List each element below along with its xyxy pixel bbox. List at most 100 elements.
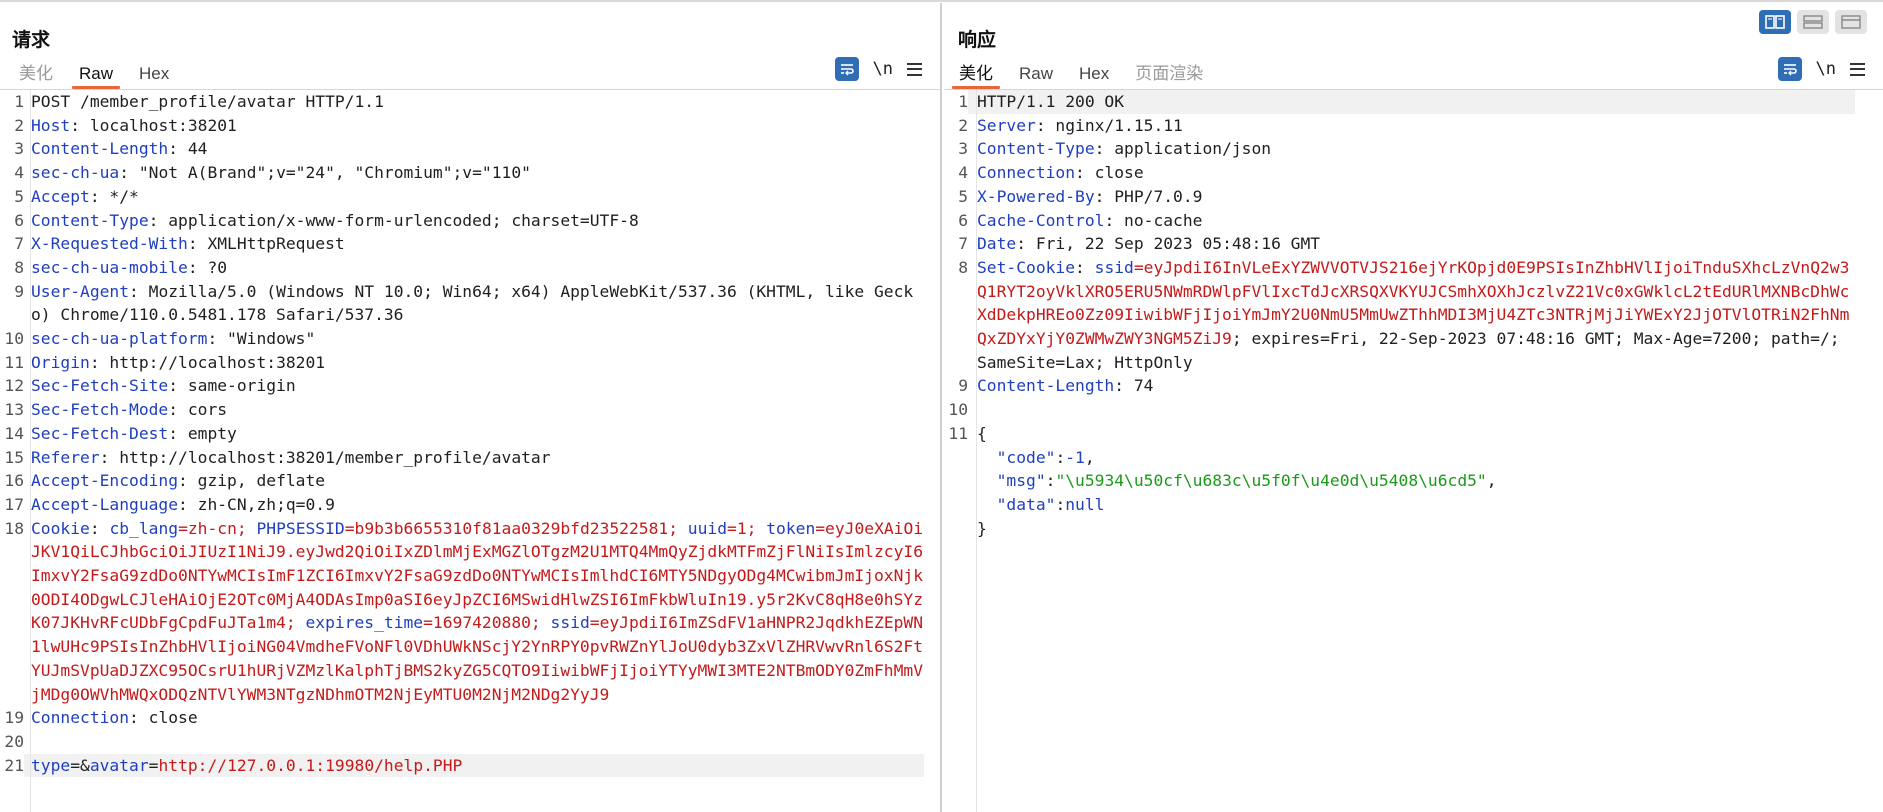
code-line: "data":null [944,493,1883,517]
code-token: : localhost:38201 [70,115,237,135]
line-text: } [968,517,1855,541]
code-line: 9 Content-Length: 74 [944,374,1883,398]
line-number: 17 [4,494,24,514]
tab-label: Raw [79,64,114,83]
line-number [944,493,968,517]
line-number: 6 [14,210,24,230]
code-token: : close [129,708,198,728]
line-number: 15 [4,447,24,467]
tab-response-pretty[interactable]: 美化 [946,59,1006,89]
code-line: 2 Host: localhost:38201 [0,114,940,138]
line-number: 4 [958,163,968,183]
response-tabs: 美化 Raw Hex 页面渲染 [946,59,1216,89]
show-newlines-button[interactable]: \n [1816,59,1836,79]
tab-label: 美化 [959,64,993,83]
code-line: "msg":"\u5934\u50cf\u683c\u5f0f\u4e0d\u5… [944,469,1883,493]
code-token: : application/x-www-form-urlencoded; cha… [148,210,639,230]
line-text: ​ [968,398,1855,422]
tab-label: Hex [139,64,170,83]
line-text: "msg":"\u5934\u50cf\u683c\u5f0f\u4e0d\u5… [968,469,1855,493]
line-number: 2 [958,115,968,135]
gutter-divider [976,90,977,812]
code-token: type [31,755,71,775]
code-token: : zh-CN,zh;q=0.9 [178,494,335,514]
stacked-layout-button[interactable] [1797,10,1829,34]
tab-response-raw[interactable]: Raw [1006,59,1066,89]
line-number: 5 [14,186,24,206]
code-token: Set-Cookie [977,257,1076,277]
code-token: : "Windows" [207,329,316,349]
code-line: 10​ [944,398,1883,422]
line-text: "code":-1, [968,446,1855,470]
wrap-lines-button[interactable] [834,57,859,81]
line-number: 5 [958,186,968,206]
response-editor[interactable]: 1 HTTP/1.1 200 OK 2 Server: nginx/1.15.11 3 C… [944,90,1883,812]
line-text: Cache-Control: no-cache [968,209,1855,233]
code-token: avatar [89,755,149,775]
line-number: 6 [958,210,968,230]
code-line: 12 Sec-Fetch-Site: same-origin [0,374,940,398]
single-panel-layout-icon [1841,15,1861,29]
tab-request-pretty[interactable]: 美化 [6,59,66,89]
hamburger-menu-icon[interactable] [1850,62,1865,76]
line-number: 7 [14,234,24,254]
line-text: Date: Fri, 22 Sep 2023 05:48:16 GMT [968,232,1855,256]
code-line: 7 Date: Fri, 22 Sep 2023 05:48:16 GMT [944,232,1883,256]
code-token: : same-origin [168,376,296,396]
single-panel-layout-button[interactable] [1835,10,1867,34]
hamburger-menu-icon[interactable] [907,62,922,76]
code-token: sec-ch-ua-platform [31,329,208,349]
code-line: 1 POST /member_profile/avatar HTTP/1.1 [0,90,940,114]
wrap-lines-button[interactable] [1777,57,1802,81]
tab-request-hex[interactable]: Hex [126,59,182,89]
line-number: 7 [958,234,968,254]
request-pane: 请求 美化 Raw Hex \n 1 POST /member_profile/a… [0,3,942,812]
line-text: Sec-Fetch-Site: same-origin [24,374,924,398]
tab-response-render[interactable]: 页面渲染 [1122,59,1216,89]
code-token: http://127.0.0.1:19980/help.PHP [158,755,463,775]
line-number: 2 [14,115,24,135]
code-token: X-Requested-With [31,234,188,254]
code-line: 7 X-Requested-With: XMLHttpRequest [0,232,940,256]
code-token: Sec-Fetch-Dest [31,423,169,443]
line-number: 18 [4,518,24,538]
layout-toggle-group [1759,10,1867,34]
code-token: Content-Length [977,376,1115,396]
code-token: : http://localhost:38201/member_profile/… [99,447,551,467]
code-token: : no-cache [1104,210,1203,230]
line-text: POST /member_profile/avatar HTTP/1.1 [24,90,924,114]
code-token: Host [31,115,71,135]
line-text: ​ [24,730,924,754]
code-line: 6 Cache-Control: no-cache [944,209,1883,233]
side-by-side-layout-icon [1765,15,1785,29]
line-number: 16 [4,471,24,491]
code-token: Server [977,115,1036,135]
line-number: 3 [958,139,968,159]
code-token: HTTP/1.1 200 OK [977,92,1125,111]
line-number: 11 [4,352,24,372]
tab-request-raw[interactable]: Raw [66,59,126,89]
request-editor[interactable]: 1 POST /member_profile/avatar HTTP/1.1 2 Ho… [0,90,940,812]
show-newlines-button[interactable]: \n [873,59,893,79]
code-line: 4 Connection: close [944,161,1883,185]
line-number: 9 [14,281,24,301]
code-token: : cors [168,400,228,420]
line-number: 21 [4,755,24,775]
code-token: Content-Length [31,139,169,159]
line-text: sec-ch-ua-mobile: ?0 [24,256,924,280]
code-token: : */* [89,186,139,206]
gutter-divider [30,90,31,812]
code-token: cb_lang [109,518,179,538]
line-text: Server: nginx/1.15.11 [968,114,1855,138]
line-number: 9 [958,376,968,396]
code-token: X-Powered-By [977,186,1095,206]
line-text: Set-Cookie: ssid=eyJpdiI6InVLeExYZWVVOTV… [968,256,1855,375]
side-by-side-layout-button[interactable] [1759,10,1791,34]
code-token: Sec-Fetch-Site [31,376,169,396]
code-token: Content-Type [31,210,149,230]
code-line: 9 User-Agent: Mozilla/5.0 (Windows NT 10.… [0,280,940,327]
tab-response-hex[interactable]: Hex [1066,59,1122,89]
code-line: 5 Accept: */* [0,185,940,209]
